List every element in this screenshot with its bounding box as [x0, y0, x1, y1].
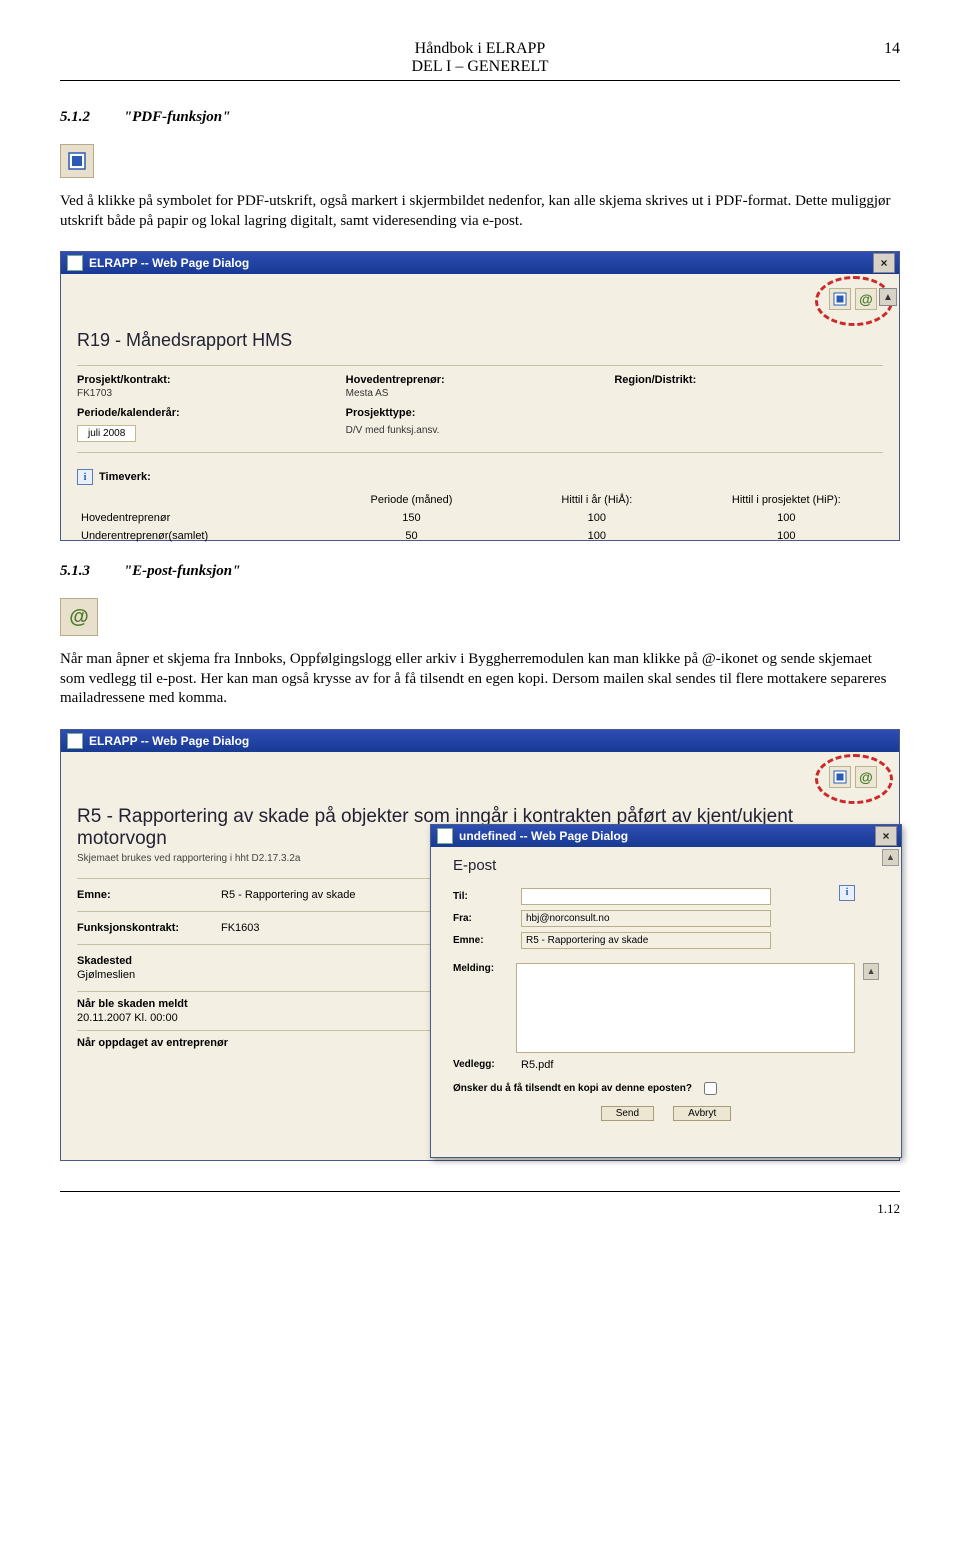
dialog-r5-titlebar: ELRAPP -- Web Page Dialog: [61, 730, 899, 752]
label-hovedentreprenor: Hovedentreprenør:: [346, 374, 615, 386]
col-periode: Periode (måned): [319, 491, 504, 509]
avbryt-button[interactable]: Avbryt: [673, 1106, 731, 1121]
label-prosjekt: Prosjekt/kontrakt:: [77, 374, 346, 386]
label-periode: Periode/kalenderår:: [77, 407, 346, 419]
timeverk-header: Timeverk:: [99, 471, 151, 483]
page-footer: 1.12: [60, 1199, 900, 1217]
input-fra: [521, 910, 771, 927]
section-5-1-2-body: Ved å klikke på symbolet for PDF-utskrif…: [60, 192, 900, 231]
label-region: Region/Distrikt:: [614, 374, 883, 386]
dialog-r19: ELRAPP -- Web Page Dialog × @ ▲ R19 - Må…: [60, 251, 900, 541]
cell: 100: [504, 509, 689, 527]
value-vedlegg: R5.pdf: [521, 1059, 553, 1071]
header-rule: [60, 80, 900, 81]
scrollbar-up-icon[interactable]: ▲: [863, 963, 879, 980]
value-meldt: 20.11.2007 Kl. 00:00: [77, 1012, 480, 1024]
col-hia: Hittil i år (HiÅ):: [504, 491, 689, 509]
timeverk-table: Periode (måned) Hittil i år (HiÅ): Hitti…: [77, 491, 883, 545]
value-emne: R5 - Rapportering av skade: [221, 889, 356, 901]
value-skadested: Gjølmeslien: [77, 969, 480, 981]
label-fra: Fra:: [453, 913, 513, 924]
app-icon: [67, 255, 83, 271]
table-row: Underentreprenør(samlet) 50 100 100: [77, 527, 883, 545]
checkbox-copy[interactable]: [704, 1082, 717, 1095]
toolbar-pdf-icon[interactable]: [829, 766, 851, 788]
send-button[interactable]: Send: [601, 1106, 654, 1121]
value-fk: FK1603: [221, 922, 260, 934]
value-prosjekt: FK1703: [77, 388, 346, 399]
label-skadested: Skadested: [77, 955, 480, 967]
close-button[interactable]: ×: [873, 253, 895, 273]
section-5-1-2-heading: 5.1.2 "PDF-funksjon": [60, 109, 900, 126]
label-til: Til:: [453, 891, 513, 902]
header-subtitle: DEL I – GENERELT: [60, 58, 900, 76]
section-number: 5.1.2: [60, 109, 90, 125]
pdf-icon: [60, 144, 94, 178]
dialog-r5-toolbar: @: [61, 752, 899, 794]
label-emne: Emne:: [453, 935, 513, 946]
section-number: 5.1.3: [60, 563, 90, 579]
mail-dialog: undefined -- Web Page Dialog × ▲ E-post …: [430, 824, 902, 1158]
toolbar-mail-icon[interactable]: @: [855, 288, 877, 310]
section-title-text: "PDF-funksjon": [124, 109, 231, 125]
mail-dialog-titlebar: undefined -- Web Page Dialog ×: [431, 825, 901, 847]
label-fk: Funksjonskontrakt:: [77, 922, 207, 934]
toolbar-mail-icon[interactable]: @: [855, 766, 877, 788]
mail-dialog-title: undefined -- Web Page Dialog: [459, 829, 628, 843]
dialog-r19-title: ELRAPP -- Web Page Dialog: [89, 256, 249, 270]
dialog-r5-title: ELRAPP -- Web Page Dialog: [89, 734, 249, 748]
info-icon[interactable]: i: [839, 885, 855, 901]
label-oppdaget: Når oppdaget av entreprenør: [77, 1037, 228, 1049]
section-5-1-3-heading: 5.1.3 "E-post-funksjon": [60, 563, 900, 580]
cell: 150: [319, 509, 504, 527]
label-emne: Emne:: [77, 889, 207, 901]
cell: 100: [690, 527, 883, 545]
col-hip: Hittil i prosjektet (HiP):: [690, 491, 883, 509]
section-5-1-3-body: Når man åpner et skjema fra Innboks, Opp…: [60, 650, 900, 709]
dialog-r19-titlebar: ELRAPP -- Web Page Dialog ×: [61, 252, 899, 274]
dialog-r19-toolbar: @: [61, 274, 899, 316]
scrollbar-up-icon[interactable]: ▲: [879, 288, 897, 306]
input-til[interactable]: [521, 888, 771, 905]
label-melding: Melding:: [453, 963, 508, 974]
label-prosjekttype: Prosjekttype:: [346, 407, 615, 419]
close-button[interactable]: ×: [875, 826, 897, 846]
toolbar-pdf-icon[interactable]: [829, 288, 851, 310]
copy-question: Ønsker du å få tilsendt en kopi av denne…: [453, 1083, 692, 1094]
section-title-text: "E-post-funksjon": [124, 563, 241, 579]
page-number: 14: [884, 40, 900, 58]
textarea-melding[interactable]: [516, 963, 855, 1053]
app-icon: [67, 733, 83, 749]
table-header-row: Periode (måned) Hittil i år (HiÅ): Hitti…: [77, 491, 883, 509]
mail-heading: E-post: [453, 857, 879, 874]
footer-rule: [60, 1191, 900, 1192]
row-label: Underentreprenør(samlet): [77, 527, 319, 545]
cell: 100: [504, 527, 689, 545]
footer-version: 1.12: [877, 1201, 900, 1217]
cell: 100: [690, 509, 883, 527]
mail-at-icon: @: [60, 598, 98, 636]
table-row: Hovedentreprenør 150 100 100: [77, 509, 883, 527]
label-meldt: Når ble skaden meldt: [77, 998, 480, 1010]
info-icon[interactable]: i: [77, 469, 93, 485]
app-icon: [437, 828, 453, 844]
header-title: Håndbok i ELRAPP: [60, 40, 900, 58]
cell: 50: [319, 527, 504, 545]
value-prosjekttype: D/V med funksj.ansv.: [346, 425, 615, 436]
page-header: Håndbok i ELRAPP DEL I – GENERELT 14: [60, 40, 900, 76]
value-periode: juli 2008: [77, 425, 136, 442]
value-hovedentreprenor: Mesta AS: [346, 388, 615, 399]
report-r19-title: R19 - Månedsrapport HMS: [77, 330, 883, 351]
label-vedlegg: Vedlegg:: [453, 1059, 513, 1070]
input-emne: [521, 932, 771, 949]
row-label: Hovedentreprenør: [77, 509, 319, 527]
